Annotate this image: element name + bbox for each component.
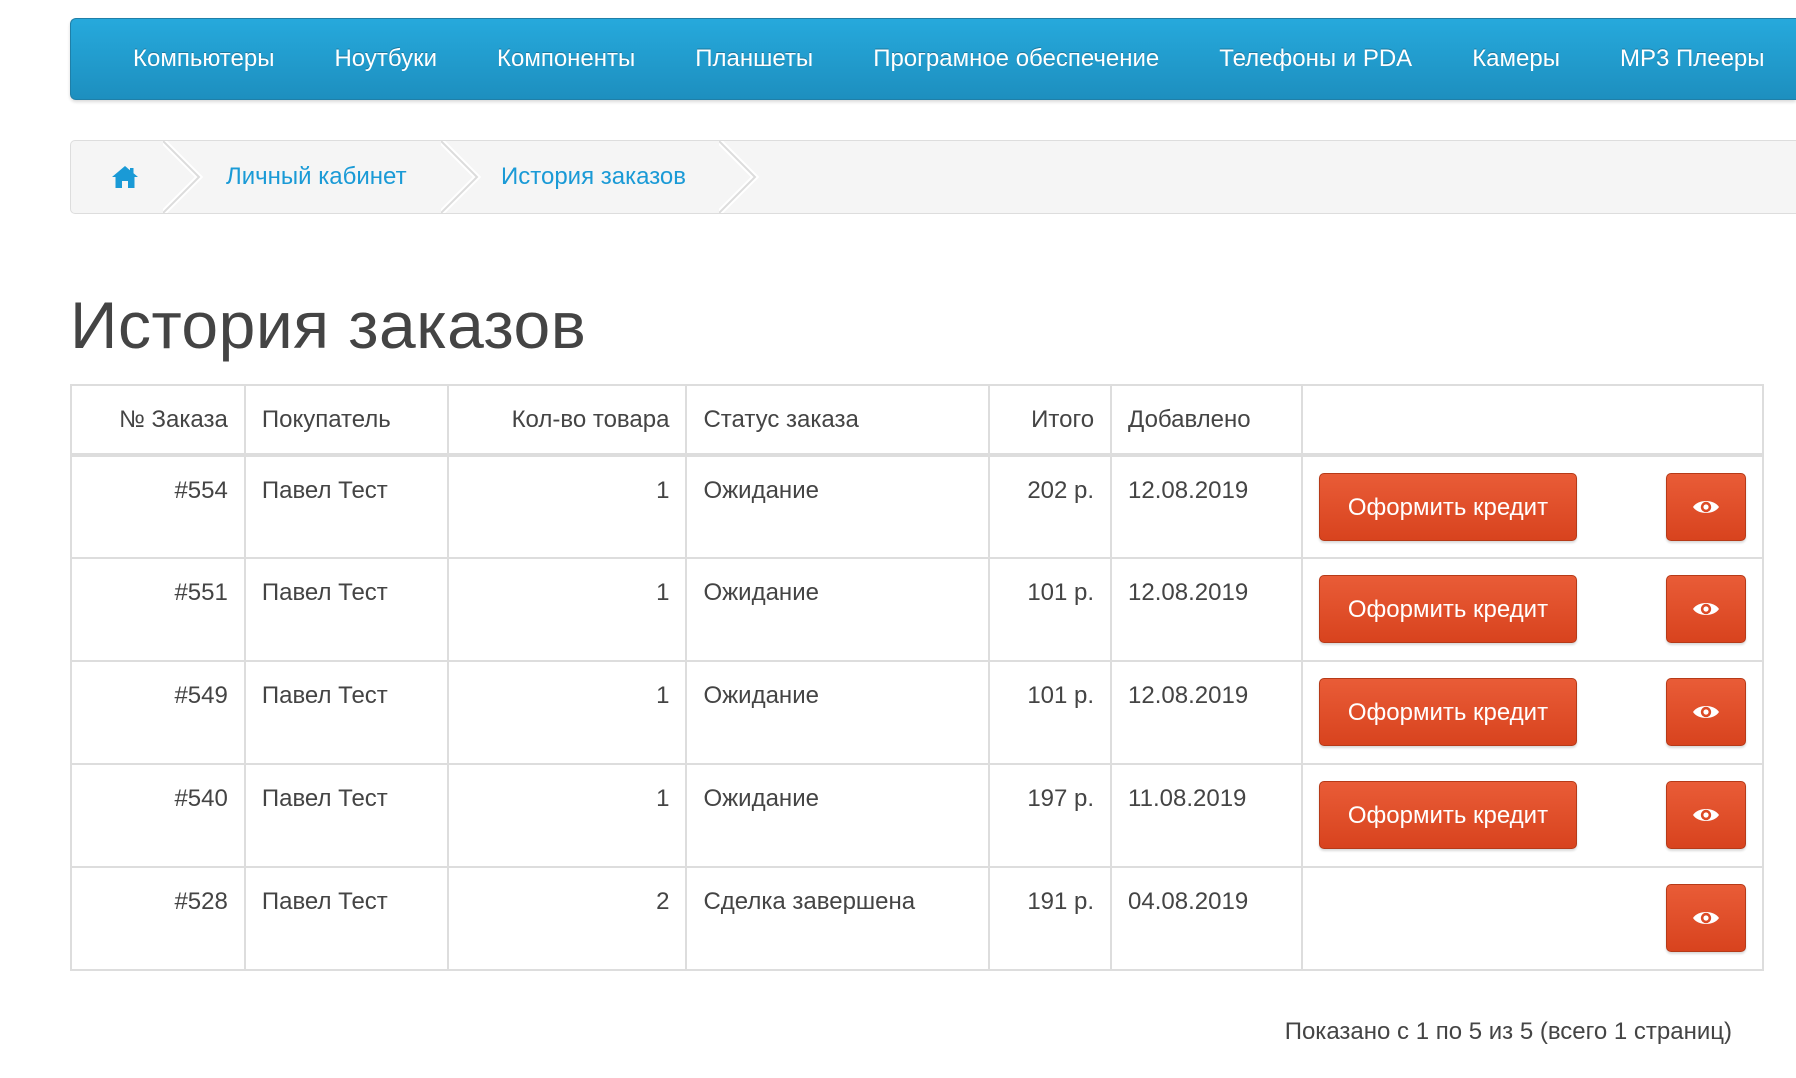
table-row: #540 Павел Тест 1 Ожидание 197 р. 11.08.… [70,763,1765,868]
header-order-id: № Заказа [70,384,246,457]
header-customer: Покупатель [243,384,449,457]
menu-item-components[interactable]: Компоненты [497,45,635,73]
row-actions [1300,866,1765,971]
quantity: 1 [446,763,688,868]
breadcrumb: Личный кабинет История заказов [70,140,1796,214]
row-actions: Оформить кредит [1300,763,1765,868]
customer: Павел Тест [243,866,449,971]
order-id: #554 [70,454,246,559]
order-total: 197 р. [988,763,1113,868]
quantity: 1 [446,454,688,559]
breadcrumb-order-history[interactable]: История заказов [501,141,686,213]
quantity: 1 [446,660,688,765]
menu-item-laptops[interactable]: Ноутбуки [334,45,437,73]
header-total: Итого [988,384,1113,457]
page-title: История заказов [70,288,587,362]
apply-credit-button[interactable]: Оформить кредит [1318,678,1577,746]
breadcrumb-home[interactable] [111,141,139,213]
menu-item-cameras[interactable]: Камеры [1472,45,1560,73]
view-order-button[interactable] [1666,575,1746,643]
table-header-row: № Заказа Покупатель Кол-во товара Статус… [70,384,1765,457]
order-date: 11.08.2019 [1110,763,1303,868]
order-id: #551 [70,557,246,662]
apply-credit-button[interactable]: Оформить кредит [1318,781,1577,849]
view-order-button[interactable] [1666,473,1746,541]
customer: Павел Тест [243,557,449,662]
header-date: Добавлено [1110,384,1303,457]
view-order-button[interactable] [1666,781,1746,849]
order-status: Ожидание [685,660,991,765]
customer: Павел Тест [243,763,449,868]
row-actions: Оформить кредит [1300,557,1765,662]
order-date: 12.08.2019 [1110,557,1303,662]
row-actions: Оформить кредит [1300,660,1765,765]
quantity: 1 [446,557,688,662]
order-status: Ожидание [685,763,991,868]
menu-item-phones[interactable]: Телефоны и PDA [1219,45,1412,73]
view-order-button[interactable] [1666,884,1746,952]
eye-icon [1693,809,1719,821]
breadcrumb-separator [441,141,481,213]
page-container: Компьютеры Ноутбуки Компоненты Планшеты … [70,18,1796,971]
breadcrumb-account[interactable]: Личный кабинет [226,141,407,213]
table-row: #549 Павел Тест 1 Ожидание 101 р. 12.08.… [70,660,1765,765]
table-row: #528 Павел Тест 2 Сделка завершена 191 р… [70,866,1765,971]
order-total: 101 р. [988,557,1113,662]
table-row: #551 Павел Тест 1 Ожидание 101 р. 12.08.… [70,557,1765,662]
apply-credit-button[interactable]: Оформить кредит [1318,473,1577,541]
order-id: #528 [70,866,246,971]
order-total: 101 р. [988,660,1113,765]
row-actions: Оформить кредит [1300,454,1765,559]
apply-credit-button[interactable]: Оформить кредит [1318,575,1577,643]
breadcrumb-separator [163,141,203,213]
eye-icon [1693,706,1719,718]
pagination-info: Показано с 1 по 5 из 5 (всего 1 страниц) [1284,1018,1732,1045]
eye-icon [1693,603,1719,615]
orders-table: № Заказа Покупатель Кол-во товара Статус… [70,384,1765,971]
top-menu: Компьютеры Ноутбуки Компоненты Планшеты … [70,18,1796,100]
menu-item-tablets[interactable]: Планшеты [695,45,813,73]
quantity: 2 [446,866,688,971]
order-total: 202 р. [988,454,1113,559]
view-order-button[interactable] [1666,678,1746,746]
eye-icon [1693,912,1719,924]
order-date: 12.08.2019 [1110,660,1303,765]
order-id: #540 [70,763,246,868]
menu-item-software[interactable]: Програмное обеспечение [873,45,1159,73]
menu-item-computers[interactable]: Компьютеры [133,45,274,73]
order-date: 12.08.2019 [1110,454,1303,559]
order-id: #549 [70,660,246,765]
table-row: #554 Павел Тест 1 Ожидание 202 р. 12.08.… [70,454,1765,559]
order-status: Сделка завершена [685,866,991,971]
order-status: Ожидание [685,454,991,559]
header-actions [1300,384,1765,457]
header-status: Статус заказа [685,384,991,457]
order-date: 04.08.2019 [1110,866,1303,971]
breadcrumb-separator [719,141,759,213]
order-status: Ожидание [685,557,991,662]
customer: Павел Тест [243,660,449,765]
header-qty: Кол-во товара [446,384,688,457]
menu-item-mp3[interactable]: MP3 Плееры [1620,45,1765,73]
home-icon [112,166,138,188]
order-total: 191 р. [988,866,1113,971]
customer: Павел Тест [243,454,449,559]
eye-icon [1693,501,1719,513]
